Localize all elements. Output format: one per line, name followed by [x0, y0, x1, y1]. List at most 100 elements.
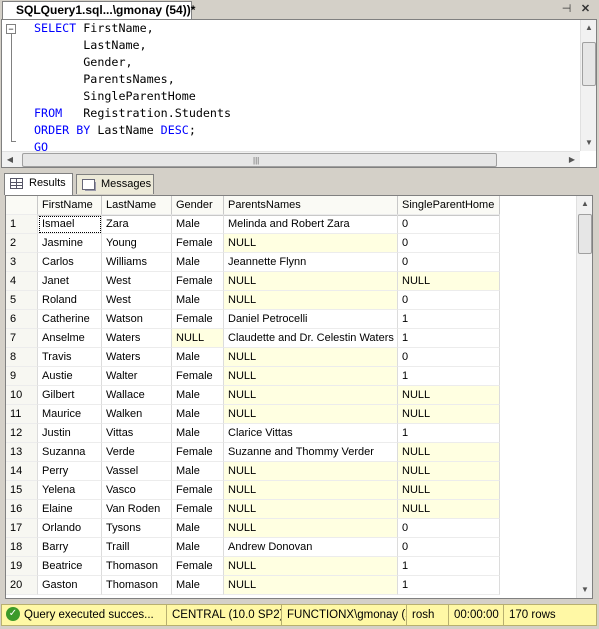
cell-parentsnames[interactable]: NULL [224, 272, 398, 291]
cell-firstname[interactable]: Barry [38, 538, 102, 557]
editor-horizontal-scrollbar[interactable]: ◀ ||| ▶ [2, 151, 580, 167]
cell-lastname[interactable]: Waters [102, 329, 172, 348]
cell-firstname[interactable]: Perry [38, 462, 102, 481]
cell-parentsnames[interactable]: NULL [224, 557, 398, 576]
cell-row-number[interactable]: 12 [6, 424, 38, 443]
cell-lastname[interactable]: Vassel [102, 462, 172, 481]
table-row[interactable]: 18 Barry Traill Male Andrew Donovan 0 [6, 538, 500, 557]
cell-row-number[interactable]: 1 [6, 215, 38, 234]
cell-lastname[interactable]: Walter [102, 367, 172, 386]
code-line[interactable]: Gender, [34, 54, 231, 71]
cell-singleparenthome[interactable]: 0 [398, 519, 500, 538]
editor-vertical-scrollbar[interactable]: ▲ ▼ [580, 20, 596, 151]
cell-parentsnames[interactable]: NULL [224, 234, 398, 253]
cell-firstname[interactable]: Yelena [38, 481, 102, 500]
cell-gender[interactable]: Male [172, 424, 224, 443]
cell-singleparenthome[interactable]: 1 [398, 310, 500, 329]
cell-parentsnames[interactable]: NULL [224, 348, 398, 367]
cell-row-number[interactable]: 7 [6, 329, 38, 348]
cell-firstname[interactable]: Beatrice [38, 557, 102, 576]
code-line[interactable]: SingleParentHome [34, 88, 231, 105]
cell-gender[interactable]: Female [172, 500, 224, 519]
cell-gender[interactable]: Female [172, 557, 224, 576]
scroll-right-icon[interactable]: ▶ [564, 152, 580, 167]
cell-singleparenthome[interactable]: 0 [398, 538, 500, 557]
cell-parentsnames[interactable]: Melinda and Robert Zara [224, 215, 398, 234]
table-row[interactable]: 16 Elaine Van Roden Female NULL NULL [6, 500, 500, 519]
cell-parentsnames[interactable]: NULL [224, 481, 398, 500]
cell-row-number[interactable]: 4 [6, 272, 38, 291]
pin-icon[interactable]: ⊣ [559, 2, 574, 17]
cell-gender[interactable]: NULL [172, 329, 224, 348]
cell-lastname[interactable]: Thomason [102, 557, 172, 576]
tab-messages[interactable]: Messages [76, 174, 154, 194]
column-header-firstname[interactable]: FirstName [38, 196, 102, 215]
cell-parentsnames[interactable]: NULL [224, 405, 398, 424]
cell-row-number[interactable]: 8 [6, 348, 38, 367]
cell-firstname[interactable]: Justin [38, 424, 102, 443]
grid-scroll-down-icon[interactable]: ▼ [577, 582, 592, 598]
table-row[interactable]: 15 Yelena Vasco Female NULL NULL [6, 481, 500, 500]
cell-parentsnames[interactable]: Jeannette Flynn [224, 253, 398, 272]
scroll-up-icon[interactable]: ▲ [581, 20, 596, 36]
cell-lastname[interactable]: Vittas [102, 424, 172, 443]
cell-lastname[interactable]: Van Roden [102, 500, 172, 519]
cell-gender[interactable]: Male [172, 215, 224, 234]
cell-row-number[interactable]: 15 [6, 481, 38, 500]
row-number-header[interactable] [6, 196, 38, 215]
table-row[interactable]: 9 Austie Walter Female NULL 1 [6, 367, 500, 386]
cell-gender[interactable]: Male [172, 253, 224, 272]
cell-firstname[interactable]: Jasmine [38, 234, 102, 253]
cell-firstname[interactable]: Orlando [38, 519, 102, 538]
table-row[interactable]: 5 Roland West Male NULL 0 [6, 291, 500, 310]
cell-gender[interactable]: Female [172, 272, 224, 291]
cell-lastname[interactable]: Vasco [102, 481, 172, 500]
cell-gender[interactable]: Male [172, 386, 224, 405]
cell-parentsnames[interactable]: NULL [224, 367, 398, 386]
cell-singleparenthome[interactable]: 0 [398, 234, 500, 253]
cell-parentsnames[interactable]: NULL [224, 519, 398, 538]
cell-gender[interactable]: Male [172, 519, 224, 538]
cell-singleparenthome[interactable]: 0 [398, 215, 500, 234]
cell-row-number[interactable]: 2 [6, 234, 38, 253]
cell-gender[interactable]: Female [172, 443, 224, 462]
table-row[interactable]: 14 Perry Vassel Male NULL NULL [6, 462, 500, 481]
table-row[interactable]: 6 Catherine Watson Female Daniel Petrocelli 1 [6, 310, 500, 329]
cell-gender[interactable]: Male [172, 576, 224, 595]
cell-lastname[interactable]: Watson [102, 310, 172, 329]
cell-row-number[interactable]: 10 [6, 386, 38, 405]
editor-hscroll-thumb[interactable]: ||| [22, 153, 497, 167]
cell-parentsnames[interactable]: Suzanne and Thommy Verder [224, 443, 398, 462]
cell-singleparenthome[interactable]: NULL [398, 462, 500, 481]
cell-firstname[interactable]: Maurice [38, 405, 102, 424]
cell-singleparenthome[interactable]: 0 [398, 348, 500, 367]
cell-singleparenthome[interactable]: NULL [398, 443, 500, 462]
cell-firstname[interactable]: Janet [38, 272, 102, 291]
code-line[interactable]: ParentsNames, [34, 71, 231, 88]
cell-firstname[interactable]: Ismael [38, 215, 102, 234]
cell-singleparenthome[interactable]: NULL [398, 500, 500, 519]
cell-gender[interactable]: Male [172, 291, 224, 310]
column-header-parentsnames[interactable]: ParentsNames [224, 196, 398, 215]
cell-singleparenthome[interactable]: NULL [398, 386, 500, 405]
cell-gender[interactable]: Female [172, 367, 224, 386]
cell-firstname[interactable]: Elaine [38, 500, 102, 519]
cell-lastname[interactable]: Tysons [102, 519, 172, 538]
cell-lastname[interactable]: Thomason [102, 576, 172, 595]
cell-singleparenthome[interactable]: NULL [398, 405, 500, 424]
cell-lastname[interactable]: Williams [102, 253, 172, 272]
cell-firstname[interactable]: Gaston [38, 576, 102, 595]
cell-row-number[interactable]: 3 [6, 253, 38, 272]
cell-firstname[interactable]: Anselme [38, 329, 102, 348]
cell-gender[interactable]: Male [172, 405, 224, 424]
cell-lastname[interactable]: Verde [102, 443, 172, 462]
cell-lastname[interactable]: Wallace [102, 386, 172, 405]
cell-row-number[interactable]: 14 [6, 462, 38, 481]
cell-gender[interactable]: Male [172, 462, 224, 481]
table-row[interactable]: 10 Gilbert Wallace Male NULL NULL [6, 386, 500, 405]
cell-row-number[interactable]: 17 [6, 519, 38, 538]
table-row[interactable]: 19 Beatrice Thomason Female NULL 1 [6, 557, 500, 576]
table-row[interactable]: 12 Justin Vittas Male Clarice Vittas 1 [6, 424, 500, 443]
table-row[interactable]: 3 Carlos Williams Male Jeannette Flynn 0 [6, 253, 500, 272]
cell-lastname[interactable]: West [102, 291, 172, 310]
